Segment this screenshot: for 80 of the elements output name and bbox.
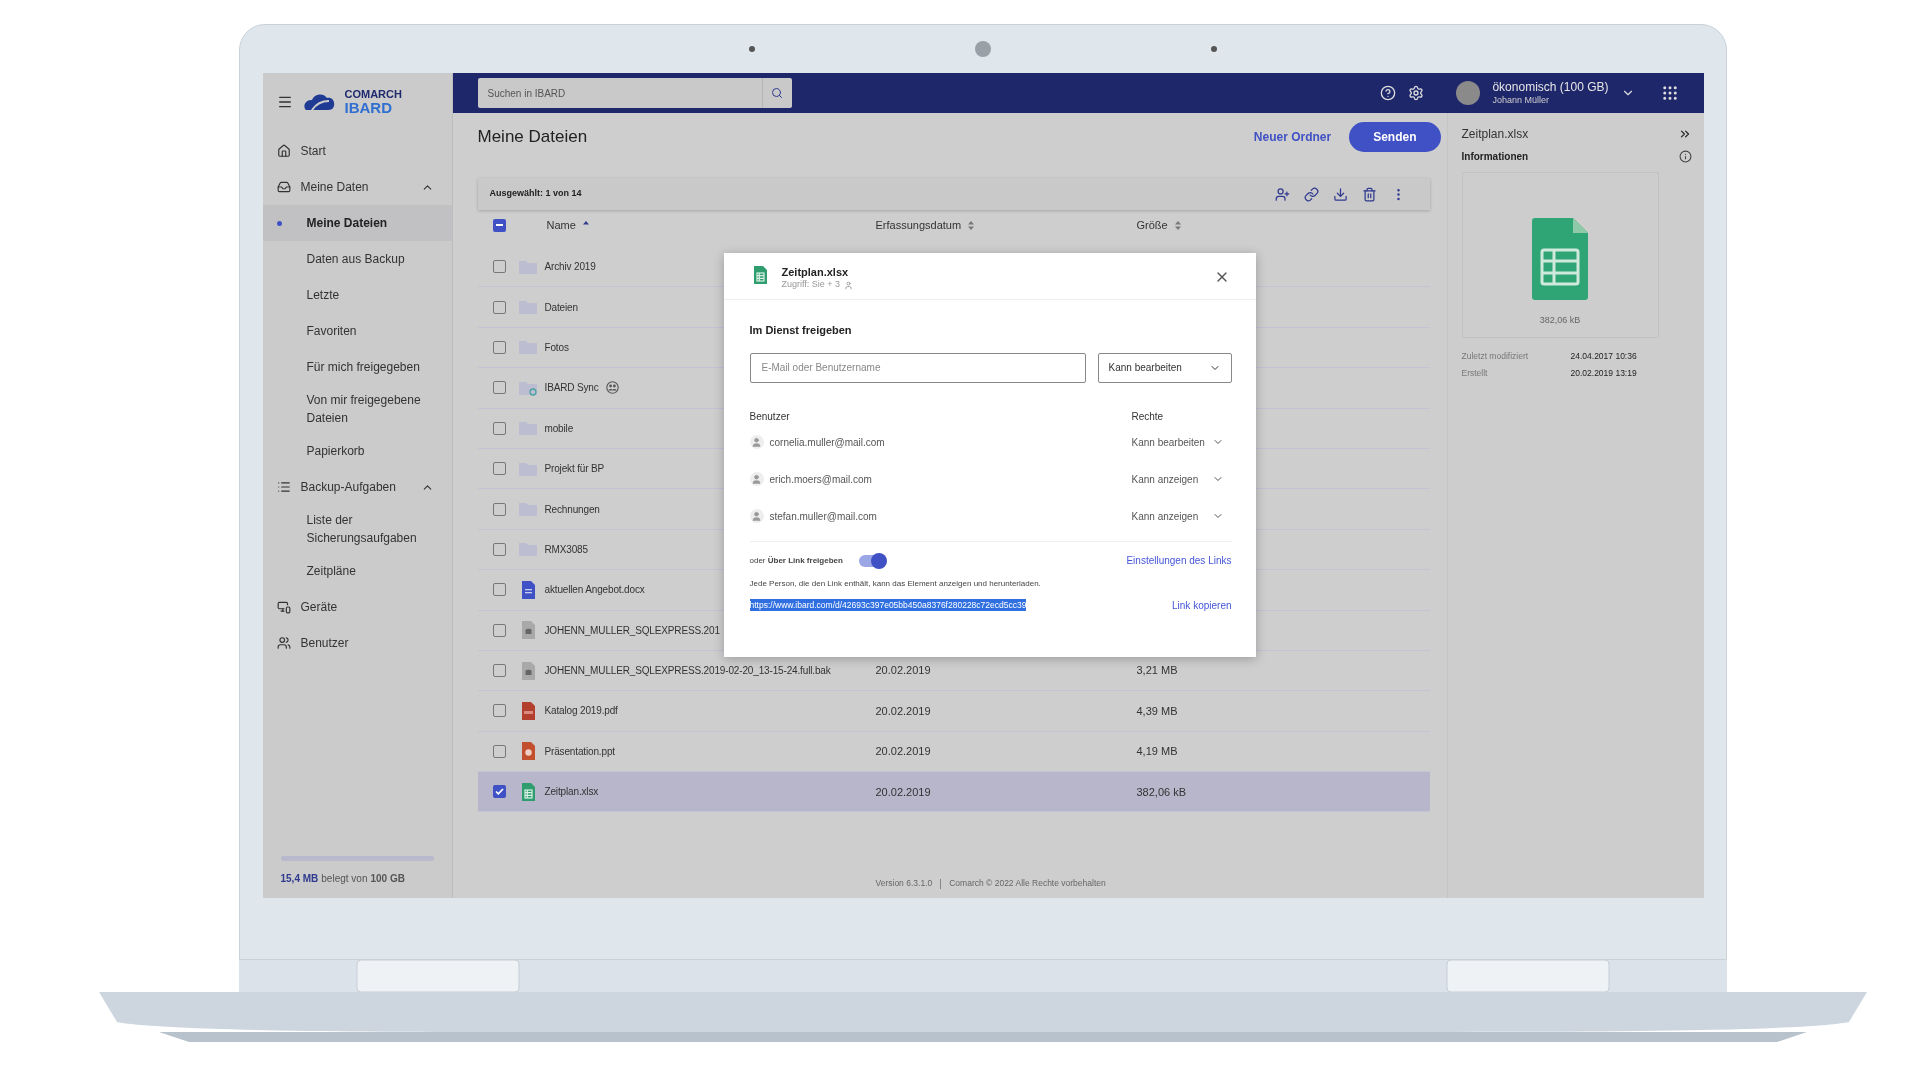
file-name: mobile <box>544 421 574 436</box>
meta-value: 20.02.2019 13:19 <box>1570 366 1637 380</box>
users-label: Benutzer <box>749 409 791 424</box>
file-name: JOHENN_MULLER_SQLEXPRESS.2019-02-20_13-15-24.full.bak <box>544 664 831 679</box>
nav-item[interactable]: Meine Daten <box>262 169 452 205</box>
meta-label: Erstellt <box>1461 366 1489 380</box>
storage-label: belegt von <box>321 872 368 886</box>
preview-size: 382,06 kB <box>1539 313 1581 327</box>
user-email: erich.moers@mail.com <box>769 472 873 487</box>
rights-select[interactable]: Kann anzeigen <box>1131 508 1232 524</box>
send-button[interactable]: Senden <box>1349 122 1441 152</box>
file-name: Archiv 2019 <box>544 260 596 275</box>
details-section-title: Informationen <box>1461 150 1530 164</box>
file-name: Präsentation.ppt <box>544 744 615 759</box>
logo-company: COMARCH <box>344 89 402 100</box>
file-name: Rechnungen <box>544 502 600 517</box>
nav-subitem[interactable]: Für mich freigegeben <box>262 349 452 385</box>
dialog-file-name: Zeitplan.xlsx <box>781 265 850 280</box>
nav-subitem[interactable]: Liste der Sicherungsaufgaben <box>262 505 452 553</box>
dialog-heading: Im Dienst freigeben <box>749 323 853 338</box>
page-title: Meine Dateien <box>477 126 589 149</box>
nav-item[interactable]: Geräte <box>262 589 452 625</box>
date-cell-text: 20.02.2019 <box>875 663 932 679</box>
details-title: Zeitplan.xlsx <box>1461 126 1530 143</box>
nav-item[interactable]: Start <box>262 133 452 169</box>
access-info: Zugriff: Sie + 3 <box>781 279 841 291</box>
link-settings[interactable]: Einstellungen des Links <box>1126 553 1232 568</box>
file-name: Dateien <box>544 300 578 315</box>
storage-used: 15,4 MB <box>280 872 319 886</box>
column-header[interactable]: Größe <box>1136 216 1168 234</box>
date-cell-text: 20.02.2019 <box>875 784 932 800</box>
rights-select[interactable]: Kann bearbeiten <box>1131 434 1232 450</box>
column-header[interactable]: Name <box>546 216 576 234</box>
user-email: stefan.muller@mail.com <box>769 509 878 524</box>
file-row[interactable]: Zeitplan.xlsx 20.02.2019 382,06 kB <box>477 772 1430 813</box>
copy-link[interactable]: Link kopieren <box>1172 597 1232 613</box>
nav-subitem[interactable]: Zeitpläne <box>262 553 452 589</box>
size-cell-text: 4,19 MB <box>1136 744 1179 760</box>
file-name: IBARD Sync <box>544 381 599 396</box>
date-cell-text: 20.02.2019 <box>875 703 932 719</box>
file-name: Projekt für BP <box>544 462 605 477</box>
date-cell-text: 20.02.2019 <box>875 744 932 760</box>
email-field[interactable]: E-Mail oder Benutzername <box>749 352 1086 383</box>
nav-subitem[interactable]: Favoriten <box>262 313 452 349</box>
plan-name: ökonomisch (100 GB) <box>1492 80 1609 95</box>
size-cell-text: 382,06 kB <box>1136 784 1188 800</box>
nav-subitem[interactable]: Von mir freigegebene Dateien <box>262 385 452 433</box>
nav-subitem[interactable]: Meine Dateien <box>262 205 452 241</box>
version-text: Version 6.3.1.0 <box>875 877 933 890</box>
column-header[interactable]: Erfassungsdatum <box>875 216 962 234</box>
file-row[interactable]: Katalog 2019.pdf 20.02.2019 4,39 MB <box>477 691 1430 732</box>
link-share-label: oder Über Link freigeben <box>749 554 843 567</box>
nav-subitem[interactable]: Letzte <box>262 277 452 313</box>
search-field[interactable]: Suchen in IBARD <box>477 78 762 108</box>
size-cell-text: 3,21 MB <box>1136 663 1179 679</box>
file-name: Zeitplan.xlsx <box>544 785 599 800</box>
nav-subitem[interactable]: Papierkorb <box>262 433 452 469</box>
file-name: JOHENN_MULLER_SQLEXPRESS.201 <box>544 623 720 638</box>
copyright-text: Comarch © 2022 Alle Rechte vorbehalten <box>949 877 1106 890</box>
file-name: Katalog 2019.pdf <box>544 704 618 719</box>
new-folder-button[interactable]: Neuer Ordner <box>1253 128 1332 146</box>
nav-item[interactable]: Benutzer <box>262 625 452 661</box>
meta-value: 24.04.2017 10:36 <box>1570 350 1637 363</box>
nav-subitem[interactable]: Daten aus Backup <box>262 241 452 277</box>
nav-item[interactable]: Backup-Aufgaben <box>262 469 452 505</box>
selection-count: Ausgewählt: 1 von 14 <box>489 187 583 201</box>
user-name: Johann Müller <box>1492 94 1550 106</box>
rights-label: Rechte <box>1131 409 1165 424</box>
file-name: RMX3085 <box>544 542 588 557</box>
storage-total: 100 GB <box>370 872 405 886</box>
user-email: cornelia.muller@mail.com <box>769 435 886 450</box>
share-url[interactable]: https://www.ibard.com/d/42693c397e05bb450a8376f280228c72ecd5cc39 <box>749 598 1027 612</box>
meta-label: Zuletzt modifiziert <box>1461 350 1530 363</box>
rights-select[interactable]: Kann anzeigen <box>1131 471 1232 487</box>
role-select[interactable]: Kann bearbeiten <box>1097 352 1232 383</box>
link-note: Jede Person, die den Link enthält, kann das Element anzeigen und herunterladen. <box>749 577 1042 590</box>
file-name: Fotos <box>544 340 569 355</box>
size-cell-text: 4,39 MB <box>1136 703 1179 719</box>
logo-product: IBARD <box>344 100 393 115</box>
file-name: aktuellen Angebot.docx <box>544 583 645 598</box>
